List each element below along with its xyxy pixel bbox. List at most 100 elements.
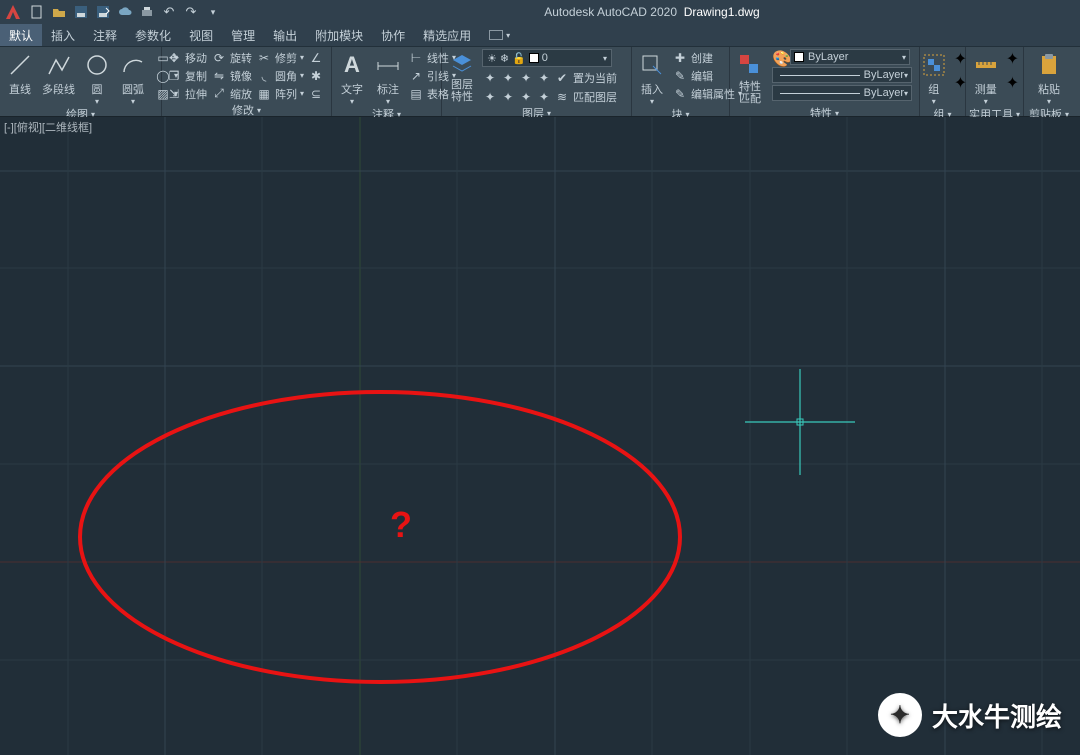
text-button[interactable]: A 文字▾ <box>336 49 368 106</box>
copy-button[interactable]: ❐复制 <box>166 67 207 84</box>
measure-icon <box>972 51 1000 79</box>
tab-manage[interactable]: 管理 <box>222 24 264 46</box>
layer-props-button[interactable]: 图层特性 <box>446 49 478 103</box>
trim-button[interactable]: ✂修剪▾ <box>256 49 304 66</box>
layer-tool-3[interactable]: ✦ <box>518 69 534 86</box>
tab-annotate[interactable]: 注释 <box>84 24 126 46</box>
quick-access-toolbar: ↶ ↷ ▾ <box>26 1 224 23</box>
qat-cloud-icon[interactable] <box>114 1 136 23</box>
layer-tool-5[interactable]: ✦ <box>482 88 498 105</box>
panel-props: 特性匹配 🎨 ByLayer▾ ByLayer▾ ByLayer▾ 特性▾ <box>730 47 920 116</box>
panel-layer: 图层特性 ☀ ❄ 🔓 0 ▾ ✦ ✦ ✦ ✦ <box>442 47 632 116</box>
mirror-icon: ⇋ <box>211 68 227 84</box>
modify-explode-icon[interactable]: ✱ <box>308 67 324 84</box>
move-button[interactable]: ✥移动 <box>166 49 207 66</box>
qat-print-icon[interactable] <box>136 1 158 23</box>
setcurrent-icon: ✔ <box>554 70 570 86</box>
stretch-icon: ⇲ <box>166 86 182 102</box>
color-dropdown[interactable]: ByLayer▾ <box>790 49 910 65</box>
canvas-svg: ? <box>0 117 1080 755</box>
measure-button[interactable]: 测量▾ <box>970 49 1002 106</box>
clipboard-icon <box>1035 51 1063 79</box>
layer-tool-8[interactable]: ✦ <box>536 88 552 105</box>
lineweight-dropdown[interactable]: ByLayer▾ <box>772 67 912 83</box>
circle-icon <box>83 51 111 79</box>
util-tool-1[interactable]: ✦ <box>1006 49 1019 69</box>
polyline-icon <box>45 51 73 79</box>
tab-output[interactable]: 输出 <box>264 24 306 46</box>
viewport-label[interactable]: [-][俯视][二维线框] <box>4 119 92 135</box>
tab-featured[interactable]: 精选应用 <box>414 24 480 46</box>
tab-default[interactable]: 默认 <box>0 24 42 46</box>
layer-tool-2[interactable]: ✦ <box>500 69 516 86</box>
wechat-icon: ✦ <box>878 693 922 737</box>
modify-erase-icon[interactable]: ∠ <box>308 49 324 66</box>
tab-view[interactable]: 视图 <box>180 24 222 46</box>
file-name: Drawing1.dwg <box>684 5 760 19</box>
qat-undo-icon[interactable]: ↶ <box>158 1 180 23</box>
linetype-dropdown[interactable]: ByLayer▾ <box>772 85 912 101</box>
match-layer-button[interactable]: ≋匹配图层 <box>554 88 617 105</box>
circle-button[interactable]: 圆▾ <box>81 49 113 106</box>
dim-button[interactable]: 标注▾ <box>372 49 404 106</box>
layers-icon <box>448 49 476 77</box>
fillet-button[interactable]: ◟圆角▾ <box>256 67 304 84</box>
stretch-button[interactable]: ⇲拉伸 <box>166 85 207 102</box>
table-icon: ▤ <box>408 86 424 102</box>
set-current-button[interactable]: ✔置为当前 <box>554 69 617 86</box>
panel-draw: 直线 多段线 圆▾ 圆弧▾ ▭▾ ◯▾ ▨▾ 绘图▾ <box>0 47 162 116</box>
util-tool-2[interactable]: ✦ <box>1006 73 1019 93</box>
insert-block-button[interactable]: 插入▾ <box>636 49 668 106</box>
qat-new-icon[interactable] <box>26 1 48 23</box>
tab-parametric[interactable]: 参数化 <box>126 24 180 46</box>
text-icon: A <box>338 51 366 79</box>
panel-modify-title[interactable]: 修改▾ <box>162 102 331 118</box>
annotation-ellipse <box>80 392 680 682</box>
block-edit-icon: ✎ <box>672 68 688 84</box>
layer-tool-6[interactable]: ✦ <box>500 88 516 105</box>
layer-tool-4[interactable]: ✦ <box>536 69 552 86</box>
drawing-canvas[interactable]: [-][俯视][二维线框] ? <box>0 117 1080 755</box>
layer-dropdown[interactable]: ☀ ❄ 🔓 0 ▾ <box>482 49 612 67</box>
layer-tool-7[interactable]: ✦ <box>518 88 534 105</box>
arc-button[interactable]: 圆弧▾ <box>117 49 149 106</box>
qat-dropdown-icon[interactable]: ▾ <box>202 1 224 23</box>
mirror-button[interactable]: ⇋镜像 <box>211 67 252 84</box>
block-attr-icon: ✎ <box>672 86 688 102</box>
app-logo[interactable] <box>0 0 26 24</box>
tab-indicator-icon[interactable]: ▾ <box>480 24 519 46</box>
qat-save-icon[interactable] <box>70 1 92 23</box>
color-wheel-icon[interactable]: 🎨 <box>772 49 788 65</box>
rotate-icon: ⟳ <box>211 50 227 66</box>
freeze-icon: ❄ <box>500 52 509 65</box>
scale-button[interactable]: ⤢缩放 <box>211 85 252 102</box>
match-props-icon <box>736 51 764 79</box>
copy-icon: ❐ <box>166 68 182 84</box>
tab-addons[interactable]: 附加模块 <box>306 24 372 46</box>
tab-collab[interactable]: 协作 <box>372 24 414 46</box>
ribbon: 直线 多段线 圆▾ 圆弧▾ ▭▾ ◯▾ ▨▾ 绘图▾ <box>0 47 1080 117</box>
paste-button[interactable]: 粘贴▾ <box>1033 49 1065 106</box>
polyline-button[interactable]: 多段线 <box>40 49 77 97</box>
qat-open-icon[interactable] <box>48 1 70 23</box>
tab-insert[interactable]: 插入 <box>42 24 84 46</box>
group-button[interactable]: 组▾ <box>918 49 950 106</box>
matchlayer-icon: ≋ <box>554 89 570 105</box>
panel-block: 插入▾ ✚创建 ✎编辑 ✎编辑属性▾ 块▾ <box>632 47 730 116</box>
layer-color-swatch <box>529 53 539 63</box>
qat-redo-icon[interactable]: ↷ <box>180 1 202 23</box>
line-icon <box>6 51 34 79</box>
rotate-button[interactable]: ⟳旋转 <box>211 49 252 66</box>
layer-tool-1[interactable]: ✦ <box>482 69 498 86</box>
array-button[interactable]: ▦阵列▾ <box>256 85 304 102</box>
app-name: Autodesk AutoCAD 2020 <box>544 5 677 19</box>
modify-offset-icon[interactable]: ⊆ <box>308 85 324 102</box>
group-icon <box>920 51 948 79</box>
match-props-button[interactable]: 特性匹配 <box>734 49 766 105</box>
qat-saveas-icon[interactable] <box>92 1 114 23</box>
annotation-question-mark: ? <box>390 504 412 545</box>
panel-group: 组▾ ✦ ✦ 组▾ <box>920 47 966 116</box>
sun-icon: ☀ <box>487 52 497 65</box>
window-title: Autodesk AutoCAD 2020 Drawing1.dwg <box>224 5 1080 19</box>
line-button[interactable]: 直线 <box>4 49 36 97</box>
